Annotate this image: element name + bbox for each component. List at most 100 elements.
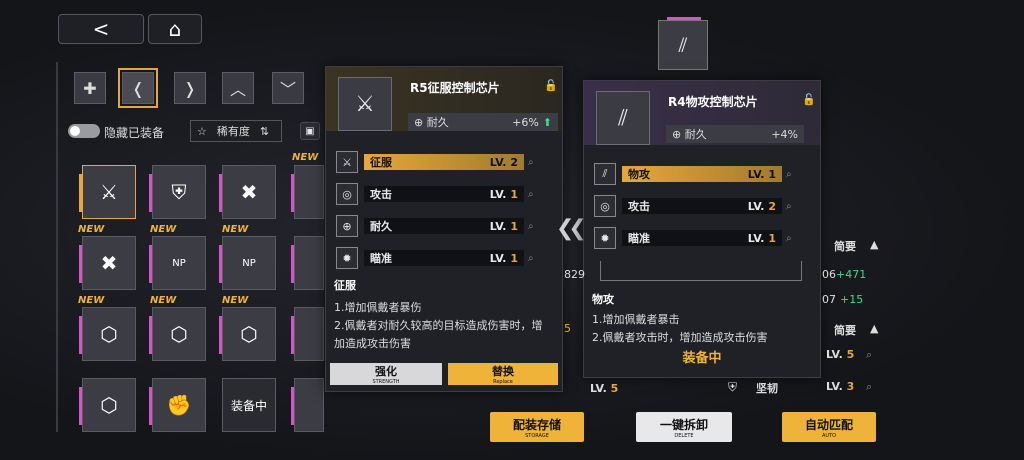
strengthen-button[interactable]: 强化 STRENGTH bbox=[330, 363, 442, 385]
chip-slot[interactable]: ⚔ bbox=[79, 165, 136, 219]
filter-up[interactable]: ︿ bbox=[222, 72, 254, 104]
sort-dropdown[interactable]: ☆ 稀有度 ⇅ bbox=[190, 120, 282, 142]
chip-slot[interactable] bbox=[291, 378, 324, 432]
auto-label: 自动匹配 bbox=[804, 417, 853, 432]
chip-slot-equipped[interactable]: 装备中 bbox=[222, 378, 276, 432]
sword-chip-icon: ⚔ bbox=[100, 180, 118, 204]
back-button[interactable]: < bbox=[58, 14, 144, 44]
chip-slot[interactable]: ⬡ bbox=[79, 378, 136, 432]
shield-stat-icon: ⛨ bbox=[728, 380, 738, 394]
effect-line: 2.佩戴者对耐久较高的目标造成伤害时，增 bbox=[334, 319, 543, 332]
unequip-all-button[interactable]: 一键拆卸 DELETE bbox=[636, 412, 732, 442]
sub-stat-name: 攻击 bbox=[370, 188, 392, 201]
chip-slot[interactable]: NP bbox=[219, 236, 276, 290]
unequip-label: 一键拆卸 bbox=[659, 417, 708, 432]
home-button[interactable]: ⌂ bbox=[148, 14, 202, 44]
unlock-icon[interactable]: 🔓 bbox=[802, 93, 816, 106]
new-tag: NEW bbox=[222, 295, 249, 306]
sub-stat-row: ✹ 瞄准 LV. 1 ⌕ bbox=[336, 247, 542, 269]
rarity-bar bbox=[79, 316, 82, 354]
sub-stat-row: ⚔ 征服 LV. 2 ⌕ bbox=[336, 151, 542, 173]
strengthen-label: 强化 bbox=[375, 365, 397, 378]
claw-chip-icon: ⫽ bbox=[596, 91, 650, 145]
sub-stat-row: ⊕ 耐久 LV. 1 ⌕ bbox=[336, 215, 542, 237]
zoom-icon[interactable]: ⌕ bbox=[866, 380, 872, 394]
sort-order-icon: ⇅ bbox=[259, 124, 270, 138]
sub-stat-name: 瞄准 bbox=[628, 232, 650, 245]
new-tag: NEW bbox=[78, 224, 105, 235]
aim-icon: ✹ bbox=[336, 247, 358, 269]
new-tag: NEW bbox=[78, 295, 105, 306]
chip-slot[interactable] bbox=[291, 165, 324, 219]
durability-icon: ⊕ bbox=[672, 127, 682, 141]
zoom-icon[interactable]: ⌕ bbox=[786, 201, 800, 212]
sub-stat-name: 瞄准 bbox=[370, 252, 392, 265]
view-toggle-button[interactable]: ▣ bbox=[300, 122, 320, 140]
stat-number: 5 bbox=[564, 322, 571, 335]
chevron-right-bracket-icon: ❭ bbox=[183, 78, 197, 98]
lv-label: LV. bbox=[747, 231, 765, 245]
equipped-label: 装备中 bbox=[230, 398, 267, 413]
effect-title: 征服 bbox=[334, 279, 356, 292]
stat-number: 07 bbox=[822, 293, 836, 306]
stat-name: 坚韧 bbox=[756, 382, 778, 395]
chip-slot[interactable]: ⬡ bbox=[149, 307, 206, 361]
new-tag: NEW bbox=[150, 224, 177, 235]
storage-button[interactable]: 配装存储 STORAGE bbox=[490, 412, 584, 442]
hex-chip-icon: ⬡ bbox=[100, 393, 118, 417]
equipped-chip-slot[interactable]: ⫽ bbox=[658, 17, 708, 70]
left-scroll-track[interactable] bbox=[56, 62, 58, 432]
brief-label[interactable]: 简要 bbox=[834, 238, 856, 254]
zoom-icon[interactable]: ⌕ bbox=[528, 157, 542, 168]
stat-name: 耐久 bbox=[426, 116, 449, 129]
sub-stat-name: 征服 bbox=[370, 156, 392, 169]
effect-line: 2.佩戴者攻击时，增加造成攻击伤害 bbox=[592, 331, 768, 344]
zoom-icon[interactable]: ⌕ bbox=[786, 169, 800, 180]
sort-label: 稀有度 bbox=[216, 125, 250, 138]
zoom-icon[interactable]: ⌕ bbox=[786, 233, 800, 244]
filter-left[interactable]: ❬ bbox=[118, 68, 158, 108]
rarity-bar bbox=[291, 316, 294, 354]
effect-line: 加造成攻击伤害 bbox=[334, 337, 411, 350]
chip-slot[interactable] bbox=[291, 307, 324, 361]
chip-slot[interactable]: NP bbox=[149, 236, 206, 290]
chip-slot[interactable]: ⬡ bbox=[79, 307, 136, 361]
stat-name: 耐久 bbox=[684, 128, 707, 141]
zoom-icon[interactable]: ⌕ bbox=[528, 253, 542, 264]
brief-label[interactable]: 简要 bbox=[834, 322, 856, 338]
chip-slot[interactable]: ⬡ bbox=[219, 307, 276, 361]
lv-label: LV. 5 bbox=[590, 382, 619, 395]
collapse-icon[interactable]: ▲ bbox=[870, 322, 878, 335]
zoom-icon[interactable]: ⌕ bbox=[528, 189, 542, 200]
rarity-bar bbox=[79, 245, 82, 283]
zoom-icon[interactable]: ⌕ bbox=[528, 221, 542, 232]
hide-equipped-label: 隐藏已装备 bbox=[104, 126, 165, 140]
aim-icon: ✹ bbox=[594, 227, 616, 249]
sub-stat-bar: 物攻 LV. 1 bbox=[622, 166, 782, 182]
chip-slot[interactable] bbox=[291, 236, 324, 290]
auto-match-button[interactable]: 自动匹配 AUTO bbox=[782, 412, 876, 442]
chip-slot[interactable]: ✊ bbox=[149, 378, 206, 432]
attack-icon: ◎ bbox=[594, 195, 616, 217]
chevron-left-bracket-icon: ❬ bbox=[131, 78, 145, 98]
hide-equipped-toggle[interactable] bbox=[68, 124, 100, 138]
filter-down[interactable]: ﹀ bbox=[272, 72, 304, 104]
unlock-icon[interactable]: 🔓 bbox=[544, 79, 558, 92]
rarity-bar bbox=[219, 245, 222, 283]
chip-slot[interactable]: ✖ bbox=[219, 165, 276, 219]
chip-slot[interactable]: ✖ bbox=[79, 236, 136, 290]
filter-all[interactable]: ✚ bbox=[74, 72, 106, 104]
chip-slot[interactable]: ⛨ bbox=[149, 165, 206, 219]
sub-stat-bar: 征服 LV. 2 bbox=[364, 154, 524, 170]
zoom-icon[interactable]: ⌕ bbox=[866, 348, 872, 362]
rarity-bar bbox=[79, 387, 82, 425]
panel-title: R5征服控制芯片 bbox=[410, 81, 500, 95]
replace-button[interactable]: 替换 Replace bbox=[448, 363, 558, 385]
stat-delta: +15 bbox=[840, 293, 864, 306]
np-chip-icon: NP bbox=[172, 257, 186, 269]
collapse-icon[interactable]: ▲ bbox=[870, 238, 878, 251]
up-arrow-icon: ⬆ bbox=[542, 115, 552, 129]
filter-right[interactable]: ❭ bbox=[174, 72, 206, 104]
unequip-sub: DELETE bbox=[674, 432, 694, 439]
chip-detail-panel-left: ⚔ R5征服控制芯片 🔓 ⊕ 耐久 +6% ⬆ ⚔ 征服 LV. 2 ⌕ ◎ 攻击… bbox=[325, 66, 563, 392]
